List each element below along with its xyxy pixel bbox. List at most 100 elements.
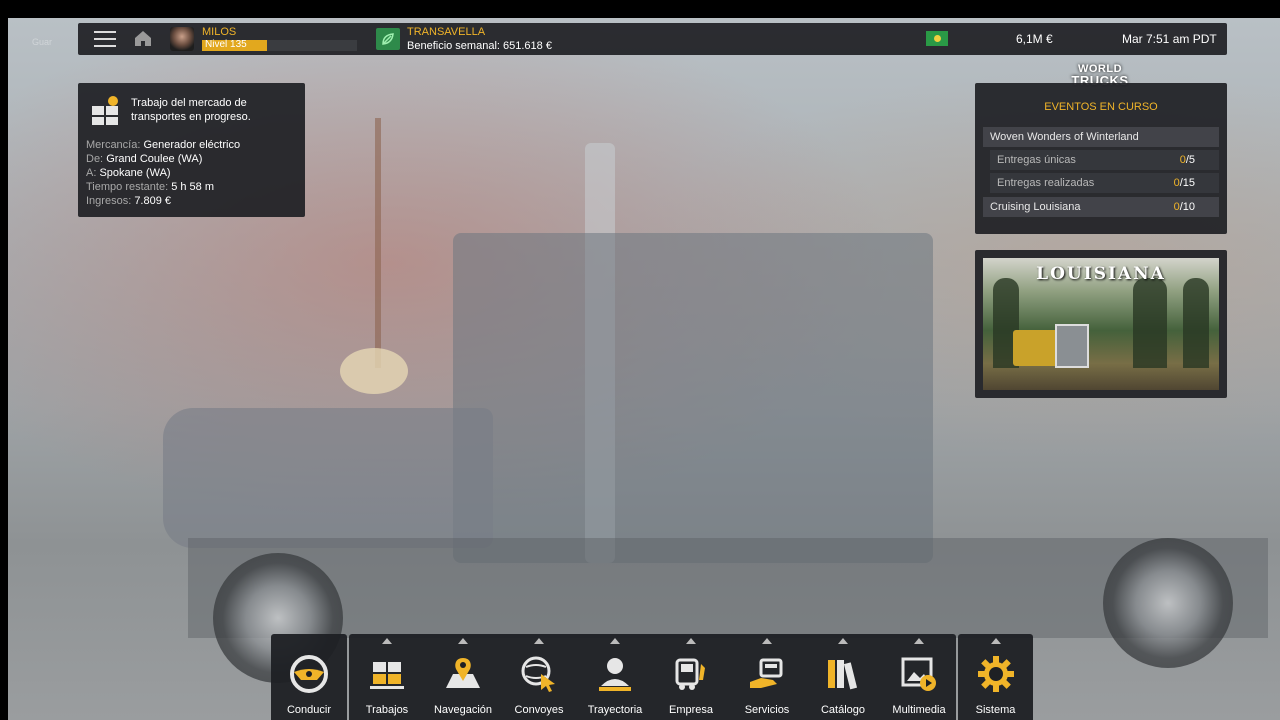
truck-cab (453, 233, 933, 563)
chevron-up-icon (914, 638, 924, 644)
job-title: Trabajo del mercado de transportes en pr… (131, 97, 251, 123)
player-name: MILOS (202, 26, 237, 38)
event-row[interactable]: Cruising Louisiana 0/10 (983, 197, 1219, 217)
promo-tree (1133, 278, 1167, 368)
dock-item-empresa[interactable]: Empresa (653, 634, 729, 720)
dock-item-multimedia[interactable]: Multimedia (881, 634, 957, 720)
company-logo-icon[interactable] (376, 28, 400, 50)
event-name: Entregas únicas (997, 154, 1076, 166)
weekly-profit: Beneficio semanal: 651.618 € (407, 40, 552, 52)
dock-item-convoyes[interactable]: Convoyes (501, 634, 577, 720)
money-balance: 6,1M € (1016, 32, 1053, 46)
dock-item-trayectoria[interactable]: Trayectoria (577, 634, 653, 720)
dock-label: Catálogo (820, 704, 866, 716)
dock-drive-group: Conducir (271, 634, 347, 720)
dock-label: Navegación (433, 704, 493, 716)
promo-image: LOUISIANA (983, 258, 1219, 390)
chevron-up-icon (762, 638, 772, 644)
chevron-up-icon (382, 638, 392, 644)
job-value: Spokane (WA) (99, 167, 171, 179)
home-icon[interactable] (134, 30, 152, 47)
dock-item-sistema[interactable]: Sistema (958, 634, 1033, 720)
service-hand-icon (750, 658, 783, 688)
job-row-cargo: Mercancía: Generador eléctrico (86, 138, 240, 152)
event-count-total: /15 (1179, 177, 1195, 189)
company-name: TRANSAVELLA (407, 26, 486, 38)
job-value: 7.809 € (134, 195, 172, 207)
events-title: EVENTOS EN CURSO (1044, 101, 1158, 113)
truck-hood (163, 408, 493, 548)
cargo-boxes-icon (370, 662, 404, 689)
player-avatar[interactable] (170, 27, 194, 51)
event-row[interactable]: Woven Wonders of Winterland (983, 127, 1219, 147)
job-details: Mercancía: Generador eléctrico De: Grand… (86, 138, 240, 208)
job-in-progress-panel[interactable]: Trabajo del mercado de transportes en pr… (78, 83, 305, 217)
promo-title: LOUISIANA (1036, 264, 1166, 284)
dock-label: Servicios (744, 704, 790, 716)
event-count: 0/5 (1180, 150, 1195, 170)
job-label: Mercancía: (86, 139, 144, 151)
steering-wheel-icon (290, 655, 328, 693)
faded-hint-text: Guar (32, 37, 53, 47)
event-count: 0/10 (1174, 197, 1195, 217)
dock-label: Convoyes (514, 704, 564, 716)
dock-label: Trayectoria (587, 704, 643, 716)
profile-icon (599, 658, 631, 691)
map-pin-icon (446, 658, 480, 688)
chevron-up-icon (458, 638, 468, 644)
chevron-up-icon (534, 638, 544, 644)
event-count: 0/15 (1174, 173, 1195, 193)
louisiana-promo-card[interactable]: LOUISIANA (975, 250, 1227, 398)
dock-item-catalogo[interactable]: Catálogo (805, 634, 881, 720)
globe-cursor-icon (521, 656, 555, 692)
event-name: Woven Wonders of Winterland (990, 131, 1139, 143)
truck-wheel-rear (1103, 538, 1233, 668)
events-panel: EVENTOS EN CURSO Woven Wonders of Winter… (975, 83, 1227, 234)
job-value: Generador eléctrico (143, 139, 241, 151)
dock-label: Multimedia (892, 704, 946, 716)
hamburger-menu-icon[interactable] (94, 31, 116, 48)
job-label: De: (86, 153, 107, 165)
truck-wrench-icon (675, 658, 705, 690)
job-label: Ingresos: (86, 195, 135, 207)
dock-item-navegacion[interactable]: Navegación (425, 634, 501, 720)
job-row-time-left: Tiempo restante: 5 h 58 m (86, 180, 240, 194)
event-subrow[interactable]: Entregas únicas 0/5 (990, 150, 1219, 170)
dock-item-trabajos[interactable]: Trabajos (349, 634, 425, 720)
job-value: Grand Coulee (WA) (106, 153, 203, 165)
level-label: Nivel 135 (205, 39, 247, 50)
event-subrow[interactable]: Entregas realizadas 0/15 (990, 173, 1219, 193)
letterbox-top (0, 0, 1280, 18)
level-progress-bar: Nivel 135 (202, 39, 357, 51)
cargo-boxes-icon (92, 96, 118, 125)
chevron-up-icon (686, 638, 696, 644)
dock-system-group: Sistema (958, 634, 1033, 720)
chevron-up-icon (610, 638, 620, 644)
event-count-total: /5 (1185, 154, 1195, 166)
promo-truck-grill (1055, 324, 1089, 368)
event-name: Entregas realizadas (997, 177, 1095, 189)
sign-disc (340, 348, 408, 394)
job-value: 5 h 58 m (171, 181, 214, 193)
dock-main-group: Trabajos Navegación Convoyes Trayectoria (349, 634, 956, 720)
job-label: Tiempo restante: (86, 181, 172, 193)
job-row-destination: A: Spokane (WA) (86, 166, 240, 180)
job-row-origin: De: Grand Coulee (WA) (86, 152, 240, 166)
chevron-up-icon (991, 638, 1001, 644)
job-row-income: Ingresos: 7.809 € (86, 194, 240, 208)
promo-tree (1183, 278, 1209, 368)
dock-label: Sistema (975, 704, 1016, 716)
event-count-total: /10 (1179, 201, 1195, 213)
country-flag-icon (926, 31, 948, 46)
chevron-up-icon (838, 638, 848, 644)
dock-label: Conducir (286, 704, 332, 716)
top-bar: MILOS Nivel 135 TRANSAVELLA Beneficio se… (78, 23, 1227, 55)
dock-label: Trabajos (365, 704, 409, 716)
dock-label: Empresa (668, 704, 714, 716)
event-name: Cruising Louisiana (990, 201, 1081, 213)
gear-icon (978, 656, 1014, 692)
dock-item-conducir[interactable]: Conducir (271, 634, 347, 720)
dock-item-servicios[interactable]: Servicios (729, 634, 805, 720)
media-image-icon (901, 657, 936, 691)
game-clock: Mar 7:51 am PDT (1122, 32, 1217, 46)
